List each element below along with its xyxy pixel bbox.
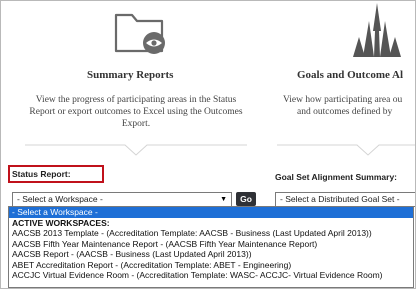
workspace-dropdown-list[interactable]: - Select a Workspace - ACTIVE WORKSPACES… [8, 206, 414, 288]
goals-outcomes-card: Goals and Outcome Al View how participat… [267, 1, 415, 201]
dropdown-option[interactable]: ABET Accreditation Report - (Accreditati… [9, 260, 413, 271]
description-line: and outcomes defined by [297, 107, 393, 117]
screenshot-frame: Summary Reports View the progress of par… [0, 0, 416, 289]
description-line: Report or export outcomes to Excel using… [29, 107, 243, 117]
dropdown-option[interactable]: AACSB 2013 Template - (Accreditation Tem… [9, 228, 413, 239]
dropdown-group-header: ACTIVE WORKSPACES: [12, 217, 110, 228]
summary-reports-description: View the progress of participating areas… [11, 94, 261, 130]
workspace-select[interactable]: - Select a Workspace - ▼ [12, 192, 232, 207]
dropdown-option[interactable]: - Select a Workspace - [9, 207, 413, 218]
goals-outcomes-title: Goals and Outcome Al [297, 69, 404, 81]
workspace-select-value: - Select a Workspace - [17, 194, 103, 204]
card-divider-chevron [25, 144, 247, 156]
chevron-down-icon[interactable]: ▼ [220, 193, 227, 206]
goal-set-label: Goal Set Alignment Summary: [275, 172, 398, 182]
description-line: View how participating area ou [283, 95, 403, 105]
description-line: Export. [121, 119, 151, 129]
description-line: View the progress of participating areas… [35, 95, 237, 105]
goal-set-select-value: - Select a Distributed Goal Set - [280, 194, 400, 204]
dropdown-option[interactable]: ACCJC Virtual Evidence Room - (Accredita… [9, 270, 413, 281]
summary-reports-title: Summary Reports [87, 69, 174, 81]
folder-eye-icon [114, 13, 165, 54]
goals-outcomes-description: View how participating area ou and outco… [283, 94, 415, 118]
go-button[interactable]: Go [236, 192, 256, 206]
dropdown-option[interactable]: AACSB Report - (AACSB - Business (Last U… [9, 249, 413, 260]
card-divider-chevron [277, 144, 415, 156]
goals-tower-icon [353, 3, 401, 57]
goal-set-select[interactable]: - Select a Distributed Goal Set - [275, 192, 415, 207]
status-report-label: Status Report: [12, 169, 71, 179]
dropdown-option[interactable]: AACSB Fifth Year Maintenance Report - (A… [9, 239, 413, 250]
